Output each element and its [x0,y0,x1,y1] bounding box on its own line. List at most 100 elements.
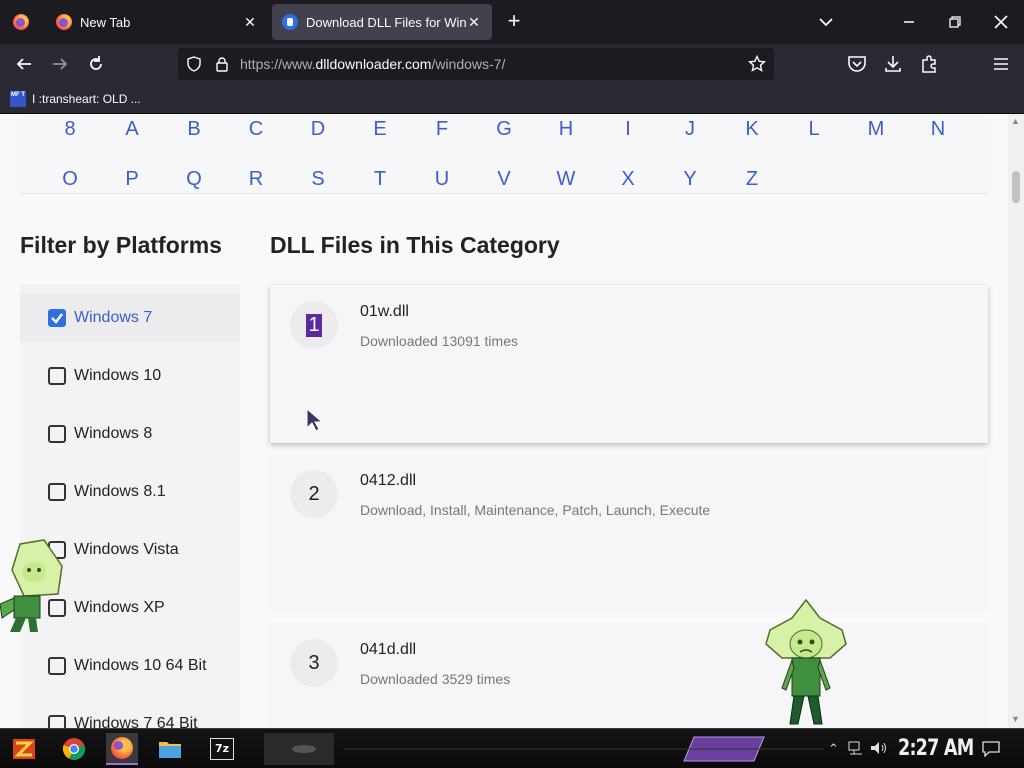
forward-arrow-icon[interactable] [46,50,74,78]
alphabet-letter-link[interactable]: B [174,118,214,141]
filter-windows-10-64-bit[interactable]: Windows 10 64 Bit [20,642,240,690]
checkbox-icon[interactable] [48,367,66,385]
alphabet-letter-link[interactable]: Z [732,168,772,191]
firefox-logo-icon [111,737,133,759]
alphabet-letter-link[interactable]: G [484,118,524,141]
lock-icon[interactable] [214,56,230,77]
minimize-icon[interactable] [886,0,932,44]
filter-label: Windows 8.1 [74,483,166,500]
checkbox-icon[interactable] [48,483,66,501]
file-explorer-icon[interactable] [154,733,186,765]
tab-dll-downloader[interactable]: Download DLL Files for Windo ✕ [272,4,492,40]
filter-heading: Filter by Platforms [20,232,222,258]
url-bar[interactable]: https://www.dlldownloader.com/windows-7/ [178,48,774,80]
dll-downloader-favicon-icon [282,14,298,30]
extensions-puzzle-icon[interactable] [918,53,940,75]
list-all-tabs-chevron-icon[interactable] [812,8,840,36]
firefox-favicon-icon [56,14,72,30]
notifications-icon[interactable] [982,741,1000,760]
dll-name-link[interactable]: 041d.dll [360,641,416,659]
url-domain: dlldownloader.com [315,56,432,72]
filter-label: Windows 10 [74,367,162,384]
pocket-icon[interactable] [846,53,868,75]
alphabet-letter-link[interactable]: Q [174,168,214,191]
filter-windows-10[interactable]: Windows 10 [20,352,240,400]
alphabet-letter-link[interactable]: H [546,118,586,141]
alphabet-letter-link[interactable]: W [546,168,586,191]
alphabet-letter-link[interactable]: L [794,118,834,141]
reload-icon[interactable] [82,50,110,78]
category-heading: DLL Files in This Category [270,232,560,258]
dll-name-link[interactable]: 0412.dll [360,472,416,490]
bookmark-item[interactable]: MF T I :transheart: OLD ... [10,89,141,109]
alphabet-letter-link[interactable]: V [484,168,524,191]
alphabet-letter-link[interactable]: T [360,168,400,191]
close-window-icon[interactable] [978,0,1024,44]
scroll-up-arrow-icon[interactable]: ▲ [1011,116,1020,126]
alphabet-letter-link[interactable]: J [670,118,710,141]
alphabet-letter-link[interactable]: N [918,118,958,141]
alphabet-letter-link[interactable]: X [608,168,648,191]
restore-icon[interactable] [932,0,978,44]
alphabet-letter-link[interactable]: U [422,168,462,191]
firefox-taskbar-icon[interactable] [106,733,138,765]
dll-list-item[interactable]: 3 041d.dll Downloaded 3529 times [270,623,988,728]
url-text[interactable]: https://www.dlldownloader.com/windows-7/ [240,48,505,80]
checkbox-checked-icon[interactable] [48,309,66,327]
filter-label: Windows 7 [74,309,153,326]
app-menu-hamburger-icon[interactable] [990,53,1012,75]
close-tab-icon[interactable]: ✕ [466,14,482,30]
filter-windows-7-64-bit[interactable]: Windows 7 64 Bit [20,700,240,728]
alphabet-letter-link[interactable]: Y [670,168,710,191]
alphabet-letter-link[interactable]: A [112,118,152,141]
windows-taskbar: 7z ⌃ 2:27 AM [0,728,1024,768]
network-icon[interactable] [848,741,864,758]
tray-overflow-chevron-icon[interactable]: ⌃ [828,741,839,757]
page-viewport: 8ABCDEFGHIJKLMN OPQRSTUVWXYZ Filter by P… [0,114,1008,728]
alphabet-letter-link[interactable]: C [236,118,276,141]
scroll-down-arrow-icon[interactable]: ▼ [1011,714,1020,724]
system-clock[interactable]: 2:27 AM [898,733,974,765]
bookmark-label: I :transheart: OLD ... [32,92,141,106]
volume-icon[interactable] [870,741,888,758]
item-number: 3 [308,651,320,674]
chrome-icon[interactable] [58,733,90,765]
filter-windows-8-1[interactable]: Windows 8.1 [20,468,240,516]
alphabet-letter-link[interactable]: O [50,168,90,191]
dll-name-link[interactable]: 01w.dll [360,303,409,321]
dll-description: Downloaded 3529 times [360,671,511,687]
alphabet-letter-link[interactable]: M [856,118,896,141]
alphabet-letter-link[interactable]: P [112,168,152,191]
alphabet-letter-link[interactable]: D [298,118,338,141]
back-arrow-icon[interactable] [10,50,38,78]
close-tab-icon[interactable]: ✕ [242,14,258,30]
alphabet-letter-link[interactable]: I [608,118,648,141]
bookmark-star-icon[interactable] [747,54,767,78]
alphabet-letter-link[interactable]: K [732,118,772,141]
checkbox-icon[interactable] [48,657,66,675]
tab-new-tab[interactable]: New Tab ✕ [46,4,268,40]
tab-title: Download DLL Files for Windo [306,14,466,30]
checkbox-icon[interactable] [48,425,66,443]
platform-filter-list: Windows 7 Windows 10 Windows 8 Windows 8… [20,284,240,728]
downloads-icon[interactable] [882,53,904,75]
alphabet-letter-link[interactable]: R [236,168,276,191]
page-scrollbar[interactable]: ▲ ▼ [1008,114,1024,728]
checkbox-icon[interactable] [48,715,66,728]
filter-windows-8[interactable]: Windows 8 [20,410,240,458]
new-tab-plus-icon[interactable]: + [500,8,528,36]
alphabet-letter-link[interactable]: S [298,168,338,191]
filter-windows-7[interactable]: Windows 7 [20,294,240,342]
dll-list-item[interactable]: 2 0412.dll Download, Install, Maintenanc… [270,454,988,612]
seven-zip-icon[interactable]: 7z [206,733,238,765]
start-button-icon[interactable] [8,733,40,765]
alphabet-letter-link[interactable]: E [360,118,400,141]
dll-list-item[interactable]: 1 01w.dll Downloaded 13091 times [270,285,988,443]
navigation-toolbar: https://www.dlldownloader.com/windows-7/ [0,44,1024,84]
peridot-mascot-sprite [0,538,66,637]
scrollbar-thumb[interactable] [1012,171,1020,203]
alphabet-letter-link[interactable]: 8 [50,118,90,141]
tracking-protection-shield-icon[interactable] [186,56,202,77]
firefox-view-button[interactable] [0,0,42,44]
alphabet-letter-link[interactable]: F [422,118,462,141]
